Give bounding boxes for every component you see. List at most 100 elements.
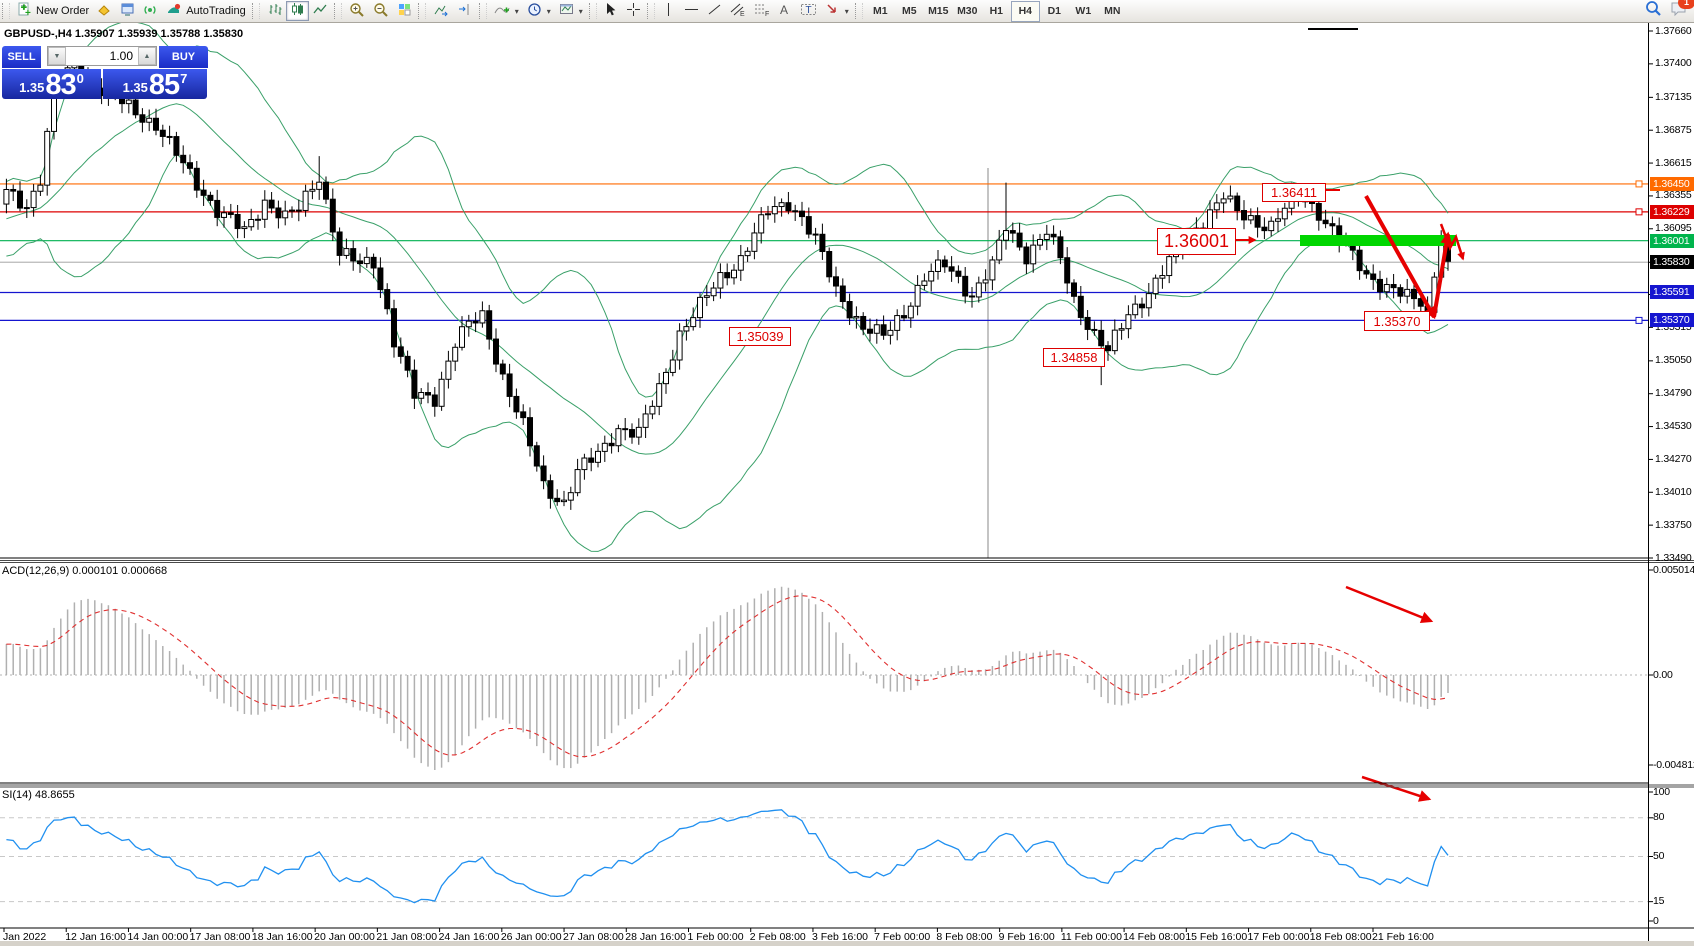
periods-clock-icon	[527, 2, 542, 20]
one-click-trading-panel: SELL ▼ 1.00 ▲ BUY 1.35 83 0 1.35 85 7	[2, 46, 208, 99]
price-annotation-label[interactable]: 1.35370	[1364, 311, 1430, 331]
line-chart-mode-button[interactable]	[309, 1, 332, 21]
buy-button[interactable]: BUY	[159, 46, 208, 68]
channel-tool-button[interactable]: E	[726, 1, 750, 21]
templates-button[interactable]: ▾	[555, 1, 587, 21]
zoom-out-button[interactable]	[369, 1, 393, 21]
autotrading-button[interactable]: AutoTrading	[162, 1, 250, 21]
svg-text:T: T	[805, 5, 811, 16]
dropdown-caret: ▾	[845, 7, 849, 16]
periods-button[interactable]: ▾	[523, 1, 555, 21]
chart-shift-icon	[457, 2, 473, 20]
volume-spinner: ▼ 1.00 ▲	[47, 46, 157, 66]
timeframe-h1-button[interactable]: H1	[982, 1, 1011, 22]
horizontal-line-tool-button[interactable]	[680, 1, 703, 21]
shapes-arrow-icon	[825, 2, 840, 20]
chart-title-ohlc: GBPUSD-,H4 1.35907 1.35939 1.35788 1.358…	[4, 28, 243, 40]
svg-text:F: F	[765, 11, 769, 17]
price-annotation-label[interactable]: 1.35039	[729, 327, 791, 346]
fibonacci-tool-button[interactable]: F	[750, 1, 774, 21]
buy-price-display[interactable]: 1.35 85 7	[103, 69, 207, 99]
text-tool-button[interactable]: A	[774, 1, 796, 21]
vertical-line-tool-button[interactable]	[658, 1, 680, 21]
dropdown-caret: ▾	[515, 7, 519, 16]
price-annotation-label[interactable]: 1.34858	[1043, 348, 1105, 367]
text-tool-icon: A	[778, 2, 791, 20]
bar-chart-mode-button[interactable]	[263, 1, 286, 21]
sell-price-display[interactable]: 1.35 83 0	[2, 69, 101, 99]
notification-badge: 1	[1678, 0, 1694, 9]
toolbar-grip	[479, 3, 487, 19]
chart-window: GBPUSD-,H4 1.35907 1.35939 1.35788 1.358…	[0, 0, 1694, 946]
label-tool-icon: T	[800, 2, 817, 20]
price-annotation-label[interactable]: 1.36001	[1157, 228, 1236, 255]
timeframe-m1-button[interactable]: M1	[866, 1, 895, 22]
trendline-tool-button[interactable]	[703, 1, 726, 21]
sell-price-small: 1.35	[19, 80, 44, 95]
crosshair-tool-button[interactable]	[622, 1, 645, 21]
zoom-out-icon	[373, 2, 389, 21]
timeframe-d1-button[interactable]: D1	[1040, 1, 1069, 22]
cursor-icon	[604, 2, 617, 20]
sell-price-sup: 0	[77, 71, 84, 86]
tile-windows-icon	[397, 2, 412, 20]
toolbar-grip	[855, 3, 863, 19]
svg-text:E: E	[740, 11, 745, 17]
fibonacci-icon: F	[754, 2, 770, 20]
toolbar-grip	[647, 3, 655, 19]
cursor-tool-button[interactable]	[600, 1, 622, 21]
sell-price-big: 83	[45, 72, 75, 98]
auto-scroll-icon	[433, 2, 449, 20]
zoom-in-button[interactable]	[345, 1, 369, 21]
line-chart-icon	[313, 2, 328, 20]
price-chart-canvas[interactable]	[0, 0, 1694, 946]
symbols-button[interactable]	[93, 1, 116, 21]
bar-chart-icon	[267, 2, 282, 20]
zoom-in-icon	[349, 2, 365, 21]
timeframe-w1-button[interactable]: W1	[1069, 1, 1098, 22]
new-order-button[interactable]: + New Order	[13, 1, 93, 21]
auto-scroll-button[interactable]	[429, 1, 453, 21]
timeframe-h4-button[interactable]: H4	[1011, 1, 1040, 22]
new-order-icon: +	[17, 2, 32, 20]
data-window-button[interactable]	[116, 1, 139, 21]
toolbar-grip	[2, 3, 10, 19]
svg-text:A: A	[780, 3, 788, 17]
autotrading-icon	[166, 2, 182, 20]
signals-button[interactable]	[139, 1, 162, 21]
sell-button[interactable]: SELL	[2, 46, 41, 68]
chart-shift-button[interactable]	[453, 1, 477, 21]
crosshair-icon	[626, 2, 641, 20]
toolbar-grip	[252, 3, 260, 19]
notifications-chat-icon[interactable]: 1	[1670, 1, 1688, 22]
trendline-icon	[707, 2, 722, 20]
volume-input[interactable]: 1.00	[66, 47, 138, 65]
signals-icon	[143, 2, 158, 20]
candlestick-mode-button[interactable]	[286, 1, 309, 21]
buy-price-big: 85	[149, 72, 179, 98]
toolbar-grip	[334, 3, 342, 19]
vertical-line-icon	[662, 2, 675, 20]
new-order-label: New Order	[36, 5, 89, 17]
shapes-tool-button[interactable]: ▾	[821, 1, 853, 21]
candlestick-chart-icon	[290, 2, 305, 20]
main-toolbar: + New Order AutoTrading	[0, 0, 1694, 23]
label-tool-button[interactable]: T	[796, 1, 821, 21]
timeframe-m15-button[interactable]: M15	[924, 1, 953, 22]
mt4-terminal: { "toolbar": { "new_order_label": "New O…	[0, 0, 1694, 946]
search-icon[interactable]	[1645, 0, 1662, 22]
toolbar-grip	[589, 3, 597, 19]
dropdown-caret: ▾	[579, 7, 583, 16]
volume-increase-button[interactable]: ▲	[138, 47, 156, 65]
timeframe-m5-button[interactable]: M5	[895, 1, 924, 22]
buy-price-sup: 7	[180, 71, 187, 86]
timeframe-bar: M1M5M15M30H1H4D1W1MN	[866, 1, 1127, 22]
tile-windows-button[interactable]	[393, 1, 416, 21]
dropdown-caret: ▾	[547, 7, 551, 16]
price-annotation-label[interactable]: 1.36411	[1262, 183, 1326, 202]
templates-icon	[559, 2, 574, 20]
timeframe-m30-button[interactable]: M30	[953, 1, 982, 22]
timeframe-mn-button[interactable]: MN	[1098, 1, 1127, 22]
indicators-button[interactable]: ▾	[490, 1, 523, 21]
volume-decrease-button[interactable]: ▼	[48, 47, 66, 65]
